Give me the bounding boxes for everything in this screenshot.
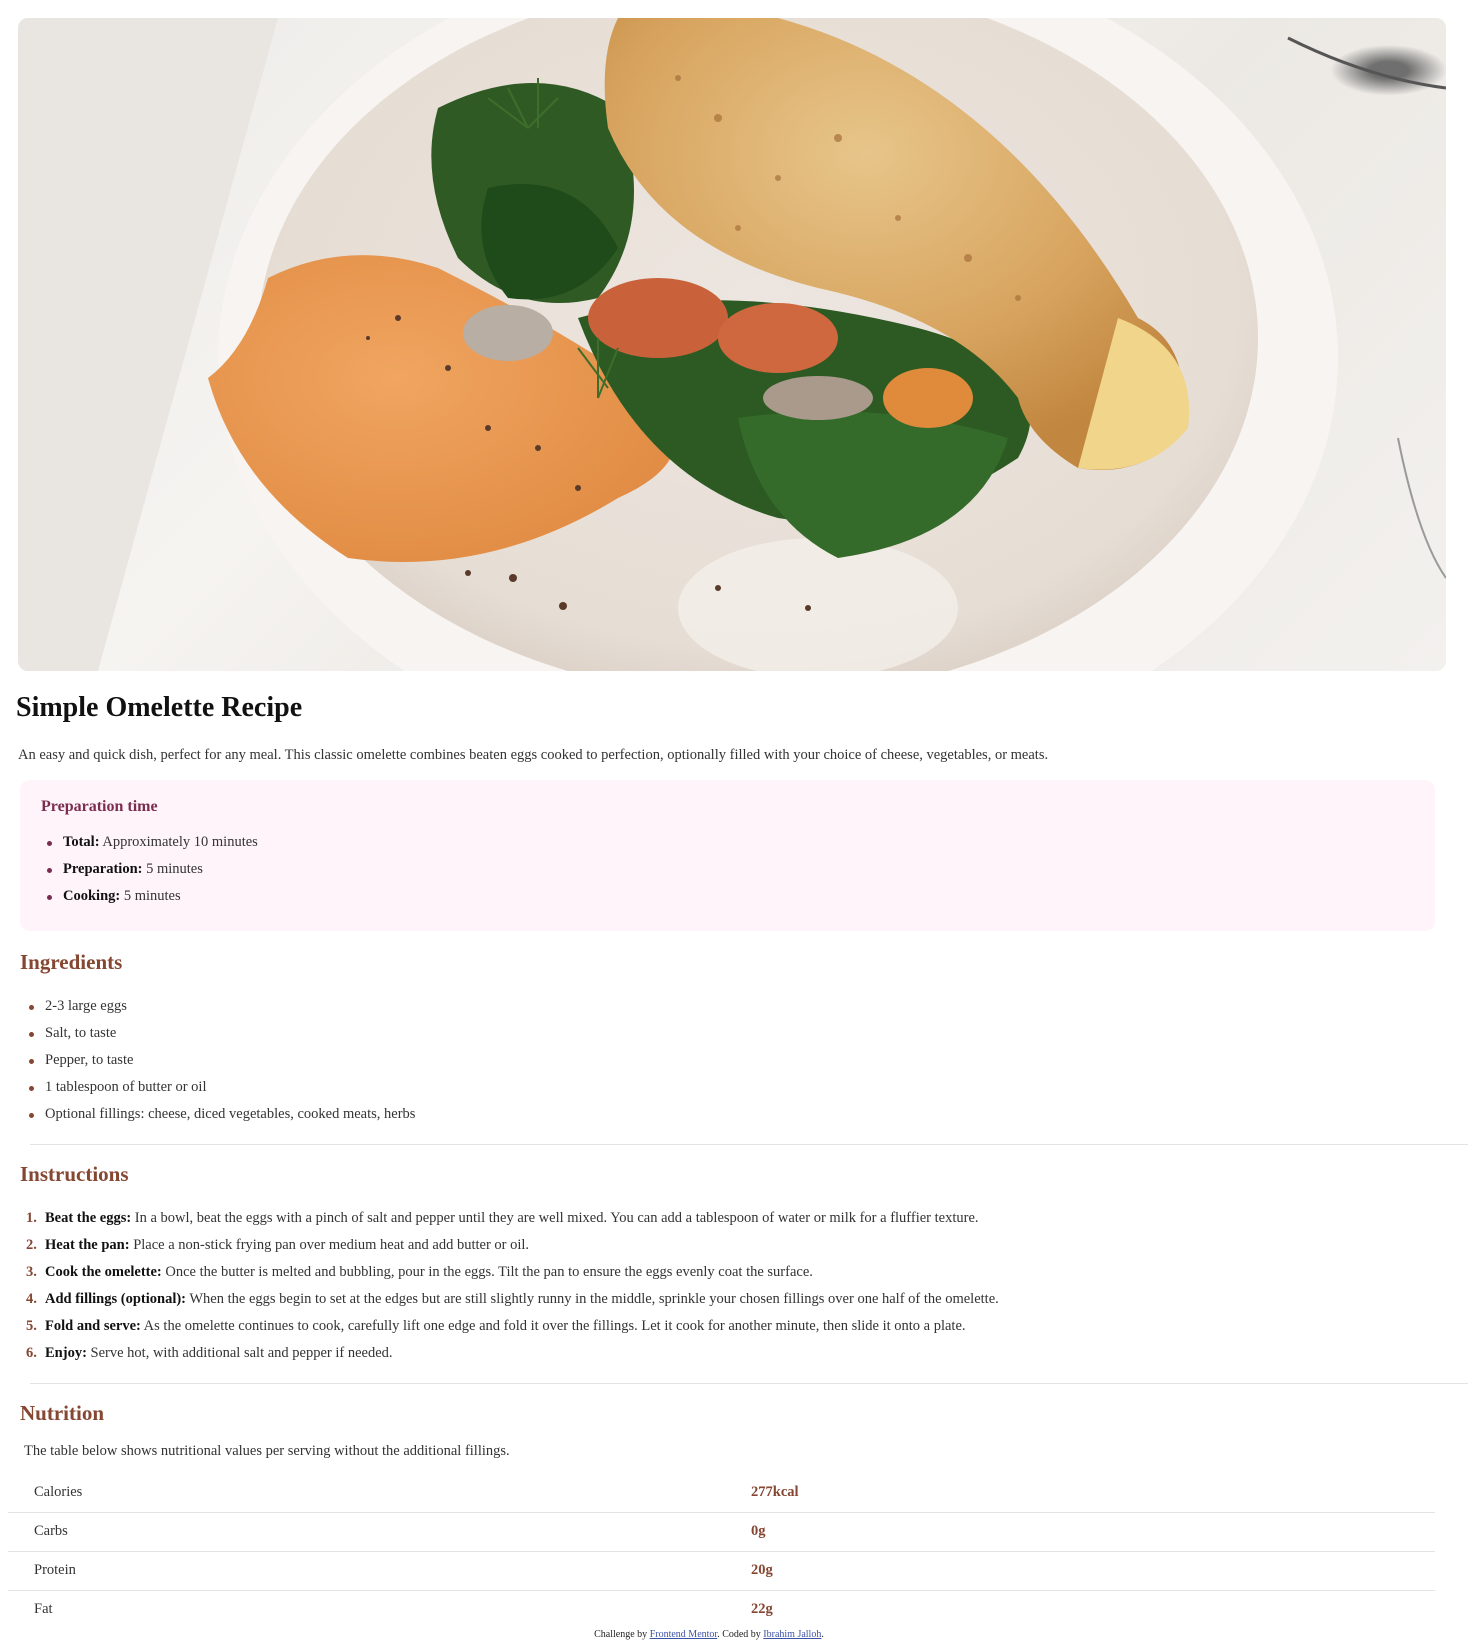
preparation-time-card: Preparation time Total: Approximately 10…: [20, 780, 1435, 931]
author-link[interactable]: Ibrahim Jalloh: [763, 1629, 821, 1640]
instruction-step: 1. Beat the eggs: In a bowl, beat the egg…: [0, 1205, 999, 1232]
step-label: Cook the omelette:: [45, 1264, 162, 1280]
step-label: Add fillings (optional):: [45, 1291, 186, 1307]
ingredient-item: Salt, to taste: [0, 1020, 415, 1047]
footer-prefix: Challenge by: [594, 1629, 650, 1640]
section-divider: [30, 1383, 1468, 1384]
step-label: Enjoy:: [45, 1345, 87, 1361]
prep-item-value: Approximately 10 minutes: [99, 834, 258, 850]
step-text: Once the butter is melted and bubbling, …: [161, 1264, 813, 1280]
instruction-step: 3. Cook the omelette: Once the butter is …: [0, 1259, 999, 1286]
step-number: 6.: [26, 1345, 37, 1361]
step-text: When the eggs begin to set at the edges …: [186, 1291, 999, 1307]
instruction-step: 4. Add fillings (optional): When the eggs…: [0, 1286, 999, 1313]
nutrition-label: Protein: [34, 1562, 76, 1578]
step-number: 5.: [26, 1318, 37, 1334]
prep-list: Total: Approximately 10 minutes Preparat…: [20, 829, 258, 910]
instruction-step: 5. Fold and serve: As the omelette contin…: [0, 1313, 999, 1340]
omelette-plate-illustration: [18, 18, 1446, 671]
nutrition-row: Fat 22g: [8, 1591, 1435, 1629]
ingredient-item: Optional fillings: cheese, diced vegetab…: [0, 1101, 415, 1128]
section-divider: [30, 1144, 1468, 1145]
instructions-list: 1. Beat the eggs: In a bowl, beat the egg…: [0, 1205, 999, 1367]
prep-item-label: Cooking:: [63, 888, 121, 904]
prep-item: Cooking: 5 minutes: [20, 883, 258, 910]
step-text: As the omelette continues to cook, caref…: [140, 1318, 966, 1334]
prep-item-label: Total:: [63, 834, 100, 850]
prep-item-value: 5 minutes: [142, 861, 203, 877]
step-number: 1.: [26, 1210, 37, 1226]
nutrition-label: Carbs: [34, 1523, 68, 1539]
nutrition-table: Calories 277kcal Carbs 0g Protein 20g Fat 22…: [8, 1474, 1435, 1629]
ingredient-item: Pepper, to taste: [0, 1047, 415, 1074]
nutrition-label: Calories: [34, 1484, 83, 1500]
ingredient-item: 2-3 large eggs: [0, 993, 415, 1020]
recipe-title: Simple Omelette Recipe: [16, 692, 303, 723]
step-number: 2.: [26, 1237, 37, 1253]
frontend-mentor-link[interactable]: Frontend Mentor: [650, 1629, 718, 1640]
step-number: 3.: [26, 1264, 37, 1280]
instruction-step: 6. Enjoy: Serve hot, with additional salt…: [0, 1340, 999, 1367]
nutrition-label: Fat: [34, 1601, 53, 1617]
step-text: Place a non-stick frying pan over medium…: [129, 1237, 530, 1253]
prep-heading: Preparation time: [41, 798, 158, 815]
step-label: Fold and serve:: [45, 1318, 141, 1334]
nutrition-heading: Nutrition: [20, 1401, 104, 1425]
prep-item: Total: Approximately 10 minutes: [20, 829, 258, 856]
prep-item-label: Preparation:: [63, 861, 143, 877]
nutrition-row: Calories 277kcal: [8, 1474, 1435, 1513]
nutrition-value: 277kcal: [751, 1484, 799, 1500]
ingredients-list: 2-3 large eggs Salt, to taste Pepper, to…: [0, 993, 415, 1128]
instructions-heading: Instructions: [20, 1162, 129, 1186]
nutrition-value: 20g: [751, 1562, 773, 1578]
recipe-intro: An easy and quick dish, perfect for any …: [18, 747, 1049, 763]
footer-suffix: .: [821, 1629, 824, 1640]
nutrition-value: 0g: [751, 1523, 766, 1539]
step-label: Beat the eggs:: [45, 1210, 132, 1226]
prep-item-value: 5 minutes: [120, 888, 181, 904]
step-label: Heat the pan:: [45, 1237, 130, 1253]
nutrition-intro: The table below shows nutritional values…: [24, 1443, 510, 1459]
hero-image: [18, 18, 1446, 671]
step-number: 4.: [26, 1291, 37, 1307]
step-text: Serve hot, with additional salt and pepp…: [86, 1345, 393, 1361]
step-text: In a bowl, beat the eggs with a pinch of…: [131, 1210, 979, 1226]
ingredients-heading: Ingredients: [20, 950, 123, 974]
ingredient-item: 1 tablespoon of butter or oil: [0, 1074, 415, 1101]
nutrition-row: Protein 20g: [8, 1552, 1435, 1591]
footer-middle: . Coded by: [717, 1629, 764, 1640]
prep-item: Preparation: 5 minutes: [20, 856, 258, 883]
nutrition-row: Carbs 0g: [8, 1513, 1435, 1552]
nutrition-value: 22g: [751, 1601, 773, 1617]
attribution-footer: Challenge by Frontend Mentor. Coded by I…: [0, 1629, 1418, 1640]
instruction-step: 2. Heat the pan: Place a non-stick frying…: [0, 1232, 999, 1259]
